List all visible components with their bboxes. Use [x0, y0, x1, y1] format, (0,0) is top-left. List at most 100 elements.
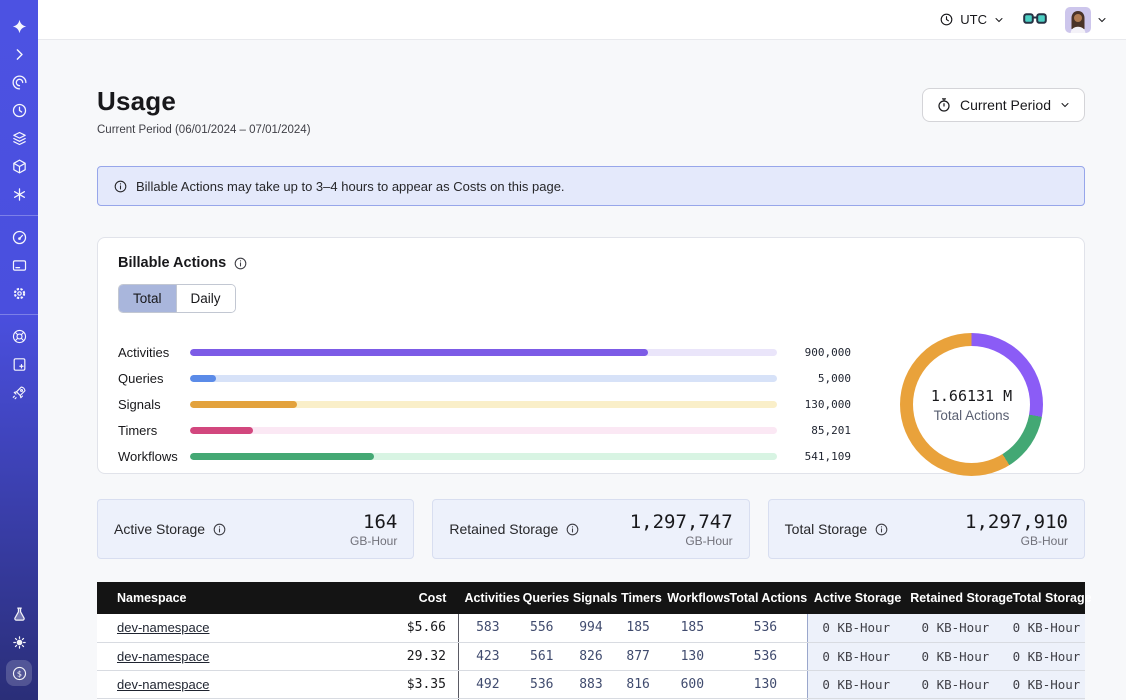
timers-cell: 816	[615, 670, 661, 698]
storage-card-label: Total Storage	[785, 521, 868, 537]
tab-daily[interactable]: Daily	[176, 285, 235, 312]
namespace-link[interactable]: dev-namespace	[117, 677, 210, 692]
col-total-storage: Total Storage	[1007, 582, 1085, 614]
bar-label: Signals	[118, 397, 190, 412]
info-banner: Billable Actions may take up to 3–4 hour…	[97, 166, 1085, 206]
bar-row-workflows: Workflows 541,109	[118, 444, 851, 470]
period-dropdown-button[interactable]: Current Period	[922, 88, 1085, 122]
workflows-spiral-icon[interactable]	[11, 74, 28, 91]
billable-actions-card: Billable Actions Total Daily Activities …	[97, 237, 1085, 474]
chevron-down-icon	[1059, 99, 1071, 111]
col-retained-storage: Retained Storage	[904, 582, 1006, 614]
svg-text:$: $	[16, 668, 21, 678]
info-icon	[113, 179, 128, 194]
period-button-label: Current Period	[960, 97, 1051, 113]
namespace-usage-table: Namespace Cost Activities Queries Signal…	[97, 582, 1085, 700]
info-icon[interactable]	[565, 522, 580, 537]
bar-value: 5,000	[777, 372, 851, 385]
billable-actions-chart: Activities 900,000 Queries 5,000 Signals…	[118, 333, 1064, 476]
storage-card-unit: GB-Hour	[965, 534, 1068, 548]
bar-value: 900,000	[777, 346, 851, 359]
info-icon[interactable]	[233, 256, 248, 271]
banner-text: Billable Actions may take up to 3–4 hour…	[136, 179, 565, 194]
storage-card-value: 1,297,747	[630, 511, 733, 533]
user-menu[interactable]	[1065, 7, 1108, 33]
sidebar-divider	[0, 314, 38, 315]
bar-label: Timers	[118, 423, 190, 438]
bar-value: 85,201	[777, 424, 851, 437]
signals-cell: 994	[567, 614, 615, 642]
main-content: Usage Current Period (06/01/2024 – 07/01…	[38, 40, 1126, 700]
bar-track	[190, 401, 777, 408]
table-row: dev-namespace $3.35 492 536 883 816 600 …	[97, 670, 1085, 698]
total-actions-cell: 536	[723, 614, 807, 642]
nexus-asterisk-icon[interactable]	[11, 186, 28, 203]
queries-cell: 561	[517, 642, 567, 670]
col-timers: Timers	[615, 582, 661, 614]
storage-card-value: 164	[350, 511, 397, 533]
namespace-link[interactable]: dev-namespace	[117, 649, 210, 664]
glasses-icon[interactable]	[1023, 12, 1047, 27]
retained-storage-cell: 0 KB-Hour	[904, 642, 1006, 670]
cost-cell: $5.66	[378, 614, 458, 642]
bar-value: 541,109	[777, 450, 851, 463]
schedules-clock-icon[interactable]	[11, 102, 28, 119]
bar-row-activities: Activities 900,000	[118, 340, 851, 366]
bar-label: Activities	[118, 345, 190, 360]
total-storage-cell: 0 KB-Hour	[1007, 670, 1085, 698]
bar-row-signals: Signals 130,000	[118, 392, 851, 418]
info-icon[interactable]	[874, 522, 889, 537]
timezone-selector[interactable]: UTC	[939, 12, 1005, 27]
storage-card-label: Active Storage	[114, 521, 205, 537]
storage-card-unit: GB-Hour	[630, 534, 733, 548]
bar-label: Workflows	[118, 449, 190, 464]
donut-ring: 1.66131 M Total Actions	[900, 333, 1043, 476]
getting-started-rocket-icon[interactable]	[11, 384, 28, 401]
active-storage-cell: 0 KB-Hour	[808, 642, 904, 670]
col-cost: Cost	[378, 582, 458, 614]
collapse-chevron-icon[interactable]	[11, 46, 28, 63]
billing-card-icon[interactable]	[11, 257, 28, 274]
support-lifebuoy-icon[interactable]	[11, 328, 28, 345]
stack-layers-icon[interactable]	[11, 130, 28, 147]
stopwatch-icon	[936, 97, 952, 113]
table-row: dev-namespace 29.32 423 561 826 877 130 …	[97, 642, 1085, 670]
bar-track	[190, 375, 777, 382]
col-signals: Signals	[567, 582, 615, 614]
bar-row-queries: Queries 5,000	[118, 366, 851, 392]
bar-chart: Activities 900,000 Queries 5,000 Signals…	[118, 340, 879, 470]
cost-cell: $3.35	[378, 670, 458, 698]
total-storage-cell: 0 KB-Hour	[1007, 642, 1085, 670]
col-active-storage: Active Storage	[808, 582, 904, 614]
bar-track	[190, 427, 777, 434]
deployments-cube-icon[interactable]	[11, 158, 28, 175]
col-activities: Activities	[458, 582, 516, 614]
nav-star-icon[interactable]	[11, 18, 28, 35]
active-storage-cell: 0 KB-Hour	[808, 614, 904, 642]
total-storage-card: Total Storage 1,297,910 GB-Hour	[768, 499, 1085, 559]
sidebar-divider	[0, 215, 38, 216]
total-actions-cell: 536	[723, 642, 807, 670]
settings-gear-icon[interactable]	[11, 285, 28, 302]
sidebar: $	[0, 0, 38, 700]
namespace-link[interactable]: dev-namespace	[117, 620, 210, 635]
usage-page: $ UTC Usage Curren	[0, 0, 1126, 700]
bar-row-timers: Timers 85,201	[118, 418, 851, 444]
storage-summary-row: Active Storage 164 GB-Hour Retained Stor…	[97, 499, 1085, 559]
storage-card-unit: GB-Hour	[350, 534, 397, 548]
theme-sun-icon[interactable]	[11, 634, 28, 651]
usage-billing-active-item[interactable]: $	[6, 660, 32, 686]
tab-total[interactable]: Total	[119, 285, 176, 312]
signals-cell: 883	[567, 670, 615, 698]
active-storage-cell: 0 KB-Hour	[808, 670, 904, 698]
billable-actions-tab-group: Total Daily	[118, 284, 236, 313]
info-icon[interactable]	[212, 522, 227, 537]
chevron-down-icon	[1096, 14, 1108, 26]
bar-fill	[190, 401, 297, 408]
retained-storage-cell: 0 KB-Hour	[904, 614, 1006, 642]
labs-flask-icon[interactable]	[11, 606, 28, 623]
usage-gauge-icon[interactable]	[11, 229, 28, 246]
bar-track	[190, 349, 777, 356]
docs-book-icon[interactable]	[11, 356, 28, 373]
bar-fill	[190, 453, 374, 460]
